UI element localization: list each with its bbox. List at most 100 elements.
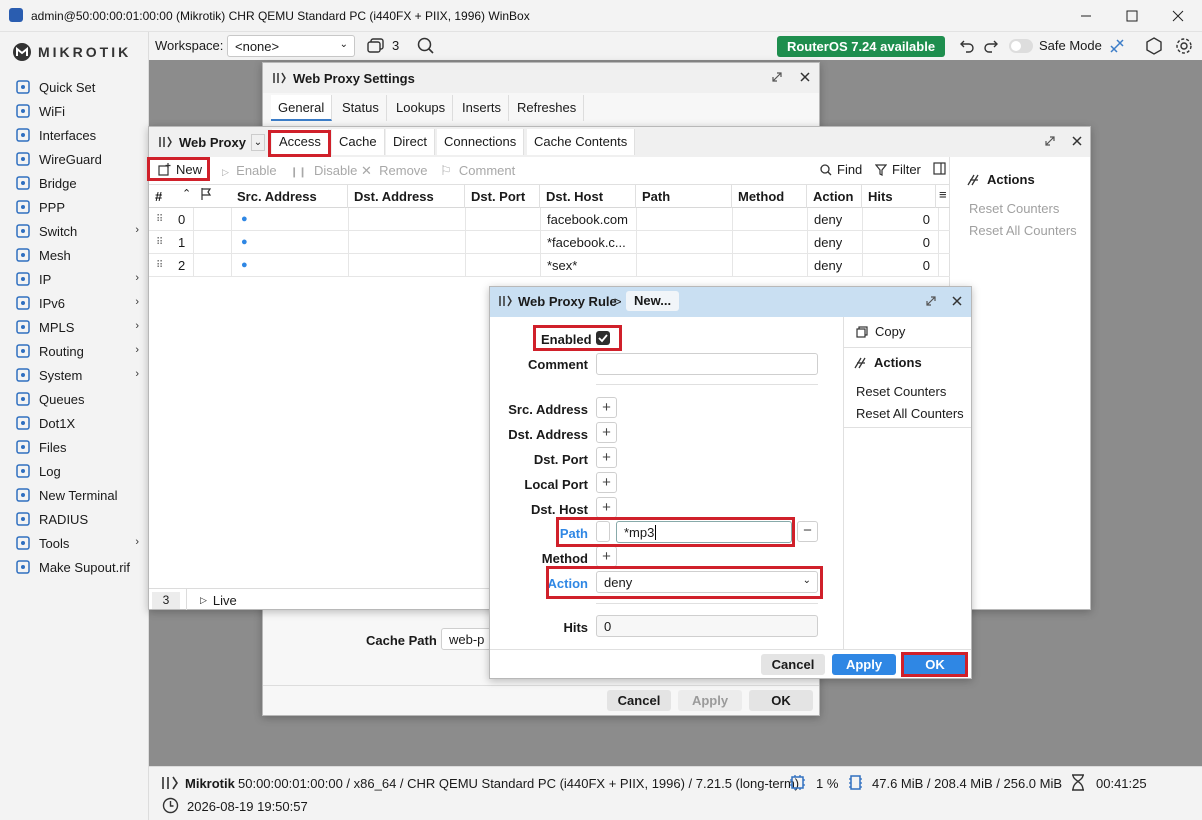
action-select[interactable]: deny ⌄ — [596, 571, 818, 593]
sidebar-item-log[interactable]: Log — [0, 459, 149, 483]
settings-tab-lookups[interactable]: Lookups — [389, 95, 454, 121]
sidebar-item-ipv6[interactable]: IPv6 › — [0, 291, 149, 315]
proxy-tab-connections[interactable]: Connections — [437, 129, 525, 155]
restore-icon[interactable] — [925, 295, 937, 307]
sidebar-item-quick-set[interactable]: Quick Set — [0, 75, 149, 99]
sidebar-item-tools[interactable]: Tools › — [0, 531, 149, 555]
column-header-method[interactable]: Method — [732, 185, 807, 208]
comment-field[interactable] — [596, 353, 818, 375]
sidebar-item-label: Queues — [39, 391, 85, 407]
add-local-port-button[interactable]: + — [596, 472, 617, 493]
safe-mode-toggle[interactable] — [1009, 39, 1033, 53]
settings-tab-inserts[interactable]: Inserts — [455, 95, 510, 121]
column-header-action[interactable]: Action — [807, 185, 862, 208]
close-icon[interactable] — [799, 71, 811, 83]
sidebar-item-radius[interactable]: RADIUS — [0, 507, 149, 531]
hexagon-icon[interactable] — [1145, 37, 1163, 55]
dialog-apply-button[interactable]: Apply — [832, 654, 896, 675]
sidebar-item-dot1x[interactable]: Dot1X — [0, 411, 149, 435]
search-icon[interactable] — [417, 37, 435, 55]
drag-handle-icon[interactable]: ⠿ — [150, 231, 163, 254]
dialog-ok-button[interactable]: OK — [903, 654, 967, 675]
breadcrumb-new[interactable]: New... — [626, 291, 680, 311]
add-method-button[interactable]: + — [596, 546, 617, 567]
path-negate-toggle[interactable] — [596, 521, 610, 542]
dialog-reset-all-counters[interactable]: Reset All Counters — [856, 406, 964, 421]
sidebar-item-mpls[interactable]: MPLS › — [0, 315, 149, 339]
settings-tab-status[interactable]: Status — [335, 95, 387, 121]
add-dst-address-button[interactable]: + — [596, 422, 617, 443]
sidebar-item-wireguard[interactable]: WireGuard — [0, 147, 149, 171]
flag-column-icon[interactable] — [200, 187, 212, 200]
live-button[interactable]: ▷ Live — [200, 593, 237, 608]
dialog-reset-counters[interactable]: Reset Counters — [856, 384, 946, 399]
proxy-tab-access[interactable]: Access — [272, 129, 329, 155]
sidebar-item-ppp[interactable]: PPP — [0, 195, 149, 219]
proxy-tab-direct[interactable]: Direct — [386, 129, 435, 155]
sort-up-icon[interactable]: ⌃ — [182, 187, 191, 200]
remove-path-button[interactable]: − — [797, 521, 818, 542]
add-dst-host-button[interactable]: + — [596, 497, 617, 518]
drag-handle-icon[interactable]: ⠿ — [150, 254, 163, 277]
sidebar-item-mesh[interactable]: Mesh — [0, 243, 149, 267]
find-button[interactable]: Find — [820, 162, 862, 177]
filter-button[interactable]: Filter — [875, 162, 921, 177]
workspace-select[interactable]: <none> ⌄ — [227, 35, 355, 57]
reset-all-counters-action[interactable]: Reset All Counters — [969, 223, 1077, 238]
settings-cancel-button[interactable]: Cancel — [607, 690, 671, 711]
sidebar-item-new-terminal[interactable]: New Terminal — [0, 483, 149, 507]
settings-apply-button[interactable]: Apply — [678, 690, 742, 711]
add-dst-port-button[interactable]: + — [596, 447, 617, 468]
reset-counters-action[interactable]: Reset Counters — [969, 201, 1059, 216]
column-header-dst-host[interactable]: Dst. Host — [540, 185, 636, 208]
panel-toggle-icon[interactable] — [933, 162, 946, 175]
sidebar-item-routing[interactable]: Routing › — [0, 339, 149, 363]
column-header-dst-port[interactable]: Dst. Port — [465, 185, 540, 208]
wireguard-top-icon[interactable] — [1108, 37, 1126, 55]
close-app-button[interactable] — [1155, 0, 1201, 32]
sidebar-item-make-supout-rif[interactable]: Make Supout.rif — [0, 555, 149, 579]
new-label: New — [176, 162, 203, 177]
sidebar-item-files[interactable]: Files — [0, 435, 149, 459]
new-button[interactable]: New — [158, 162, 202, 177]
tab-dropdown-chevron-icon[interactable]: ⌄ — [251, 134, 265, 151]
settings-tab-general[interactable]: General — [271, 95, 333, 121]
restore-icon[interactable] — [1044, 135, 1056, 147]
sidebar-item-system[interactable]: System › — [0, 363, 149, 387]
windows-icon[interactable] — [367, 38, 385, 54]
sidebar-item-bridge[interactable]: Bridge — [0, 171, 149, 195]
update-available-badge[interactable]: RouterOS 7.24 available — [777, 36, 945, 57]
column-header-dst-address[interactable]: Dst. Address — [348, 185, 465, 208]
comment-button[interactable]: ⚐ Comment — [440, 163, 515, 179]
settings-ok-button[interactable]: OK — [749, 690, 813, 711]
close-icon[interactable] — [1071, 135, 1083, 147]
remove-button[interactable]: ✕ Remove — [361, 163, 428, 179]
sidebar-item-switch[interactable]: Switch › — [0, 219, 149, 243]
undo-icon[interactable] — [958, 38, 974, 54]
sidebar-item-interfaces[interactable]: Interfaces — [0, 123, 149, 147]
copy-action[interactable]: Copy — [856, 324, 905, 339]
disable-button[interactable]: ❙❙ Disable — [290, 163, 357, 178]
minimize-button[interactable] — [1063, 0, 1109, 32]
add-src-address-button[interactable]: + — [596, 397, 617, 418]
redo-icon[interactable] — [984, 38, 1000, 54]
drag-handle-icon[interactable]: ⠿ — [150, 208, 163, 231]
column-header-hits[interactable]: Hits — [862, 185, 936, 208]
sidebar-item-ip[interactable]: IP › — [0, 267, 149, 291]
columns-menu-icon[interactable]: ≡ — [939, 187, 947, 202]
sidebar-item-queues[interactable]: Queues — [0, 387, 149, 411]
restore-icon[interactable] — [771, 71, 783, 83]
path-input[interactable]: *mp3 — [616, 521, 792, 543]
column-header-path[interactable]: Path — [636, 185, 732, 208]
column-header-src-address[interactable]: Src. Address — [231, 185, 348, 208]
close-icon[interactable] — [951, 295, 963, 307]
proxy-tab-cache-contents[interactable]: Cache Contents — [527, 129, 636, 155]
sidebar-item-wifi[interactable]: WiFi — [0, 99, 149, 123]
enabled-checkbox[interactable] — [596, 331, 610, 345]
maximize-button[interactable] — [1109, 0, 1155, 32]
proxy-tab-cache[interactable]: Cache — [332, 129, 385, 155]
gear-icon[interactable] — [1175, 37, 1193, 55]
enable-button[interactable]: ▷ Enable — [222, 163, 277, 178]
dialog-cancel-button[interactable]: Cancel — [761, 654, 825, 675]
settings-tab-refreshes[interactable]: Refreshes — [510, 95, 585, 121]
